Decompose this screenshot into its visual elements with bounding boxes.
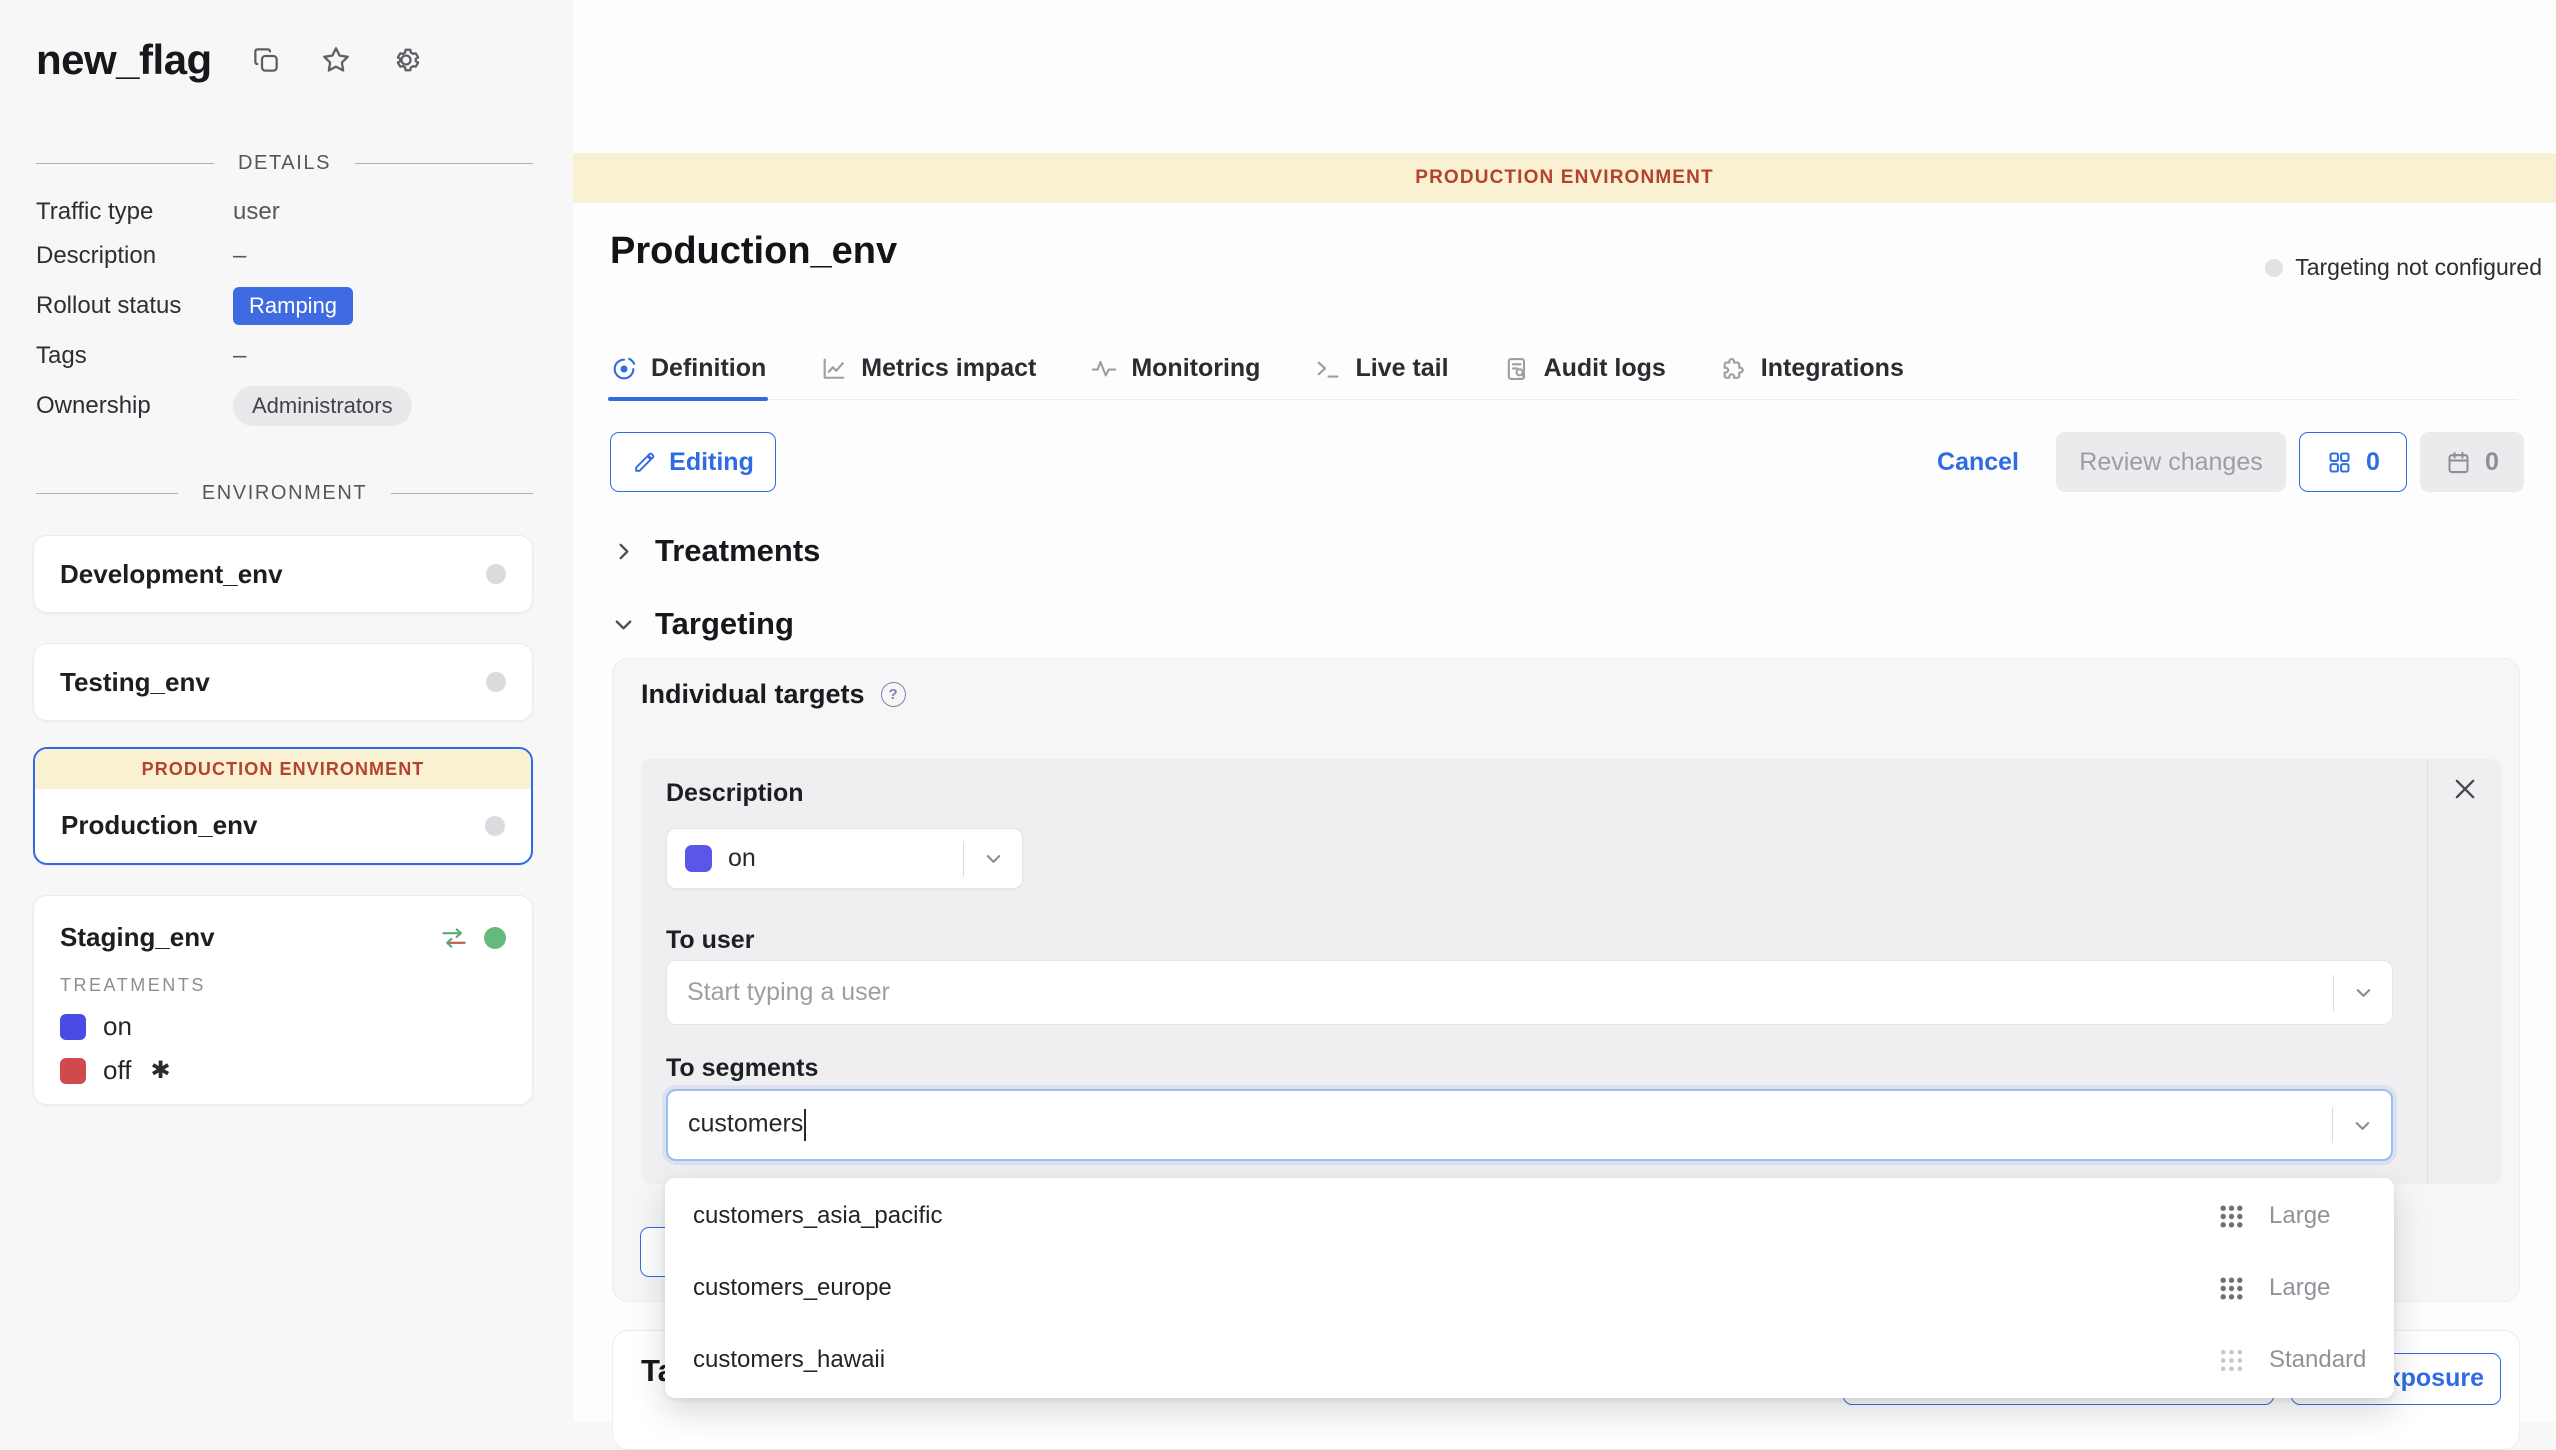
segment-grid-icon xyxy=(2218,1203,2245,1230)
environment-heading: ENVIRONMENT xyxy=(202,482,367,505)
detail-row-description: Description – xyxy=(36,234,533,278)
grid-icon xyxy=(2326,449,2353,476)
env-card-testing[interactable]: Testing_env xyxy=(33,643,533,721)
targeting-section-toggle[interactable]: Targeting xyxy=(612,606,794,642)
treatment-off-row: off ✱ xyxy=(60,1055,506,1086)
target-card-actions xyxy=(2427,759,2501,1184)
live-tail-icon xyxy=(1314,355,1342,383)
tab-metrics-impact[interactable]: Metrics impact xyxy=(820,338,1036,399)
detail-row-tags: Tags – xyxy=(36,334,533,378)
details-heading: DETAILS xyxy=(238,152,331,175)
environment-divider: ENVIRONMENT xyxy=(36,482,533,505)
calendar-icon xyxy=(2445,449,2472,476)
details-divider: DETAILS xyxy=(36,152,533,175)
treatment-off-swatch xyxy=(60,1058,86,1084)
tab-bar: Definition Metrics impact Monitoring Liv… xyxy=(610,338,2518,400)
treatment-select[interactable]: on xyxy=(666,828,1023,889)
text-caret xyxy=(804,1109,806,1141)
env-status-dot xyxy=(486,564,506,584)
tab-audit-logs[interactable]: Audit logs xyxy=(1503,338,1666,399)
tab-monitoring[interactable]: Monitoring xyxy=(1090,338,1260,399)
detail-row-rollout-status: Rollout status Ramping xyxy=(36,278,533,334)
copy-icon[interactable] xyxy=(250,44,282,76)
integrations-icon xyxy=(1720,355,1748,383)
production-environment-strip: PRODUCTION ENVIRONMENT xyxy=(35,749,531,789)
chevron-down-icon[interactable] xyxy=(2333,1114,2391,1137)
flag-header: new_flag xyxy=(36,36,422,84)
treatment-on-swatch xyxy=(60,1014,86,1040)
detail-row-traffic-type: Traffic type user xyxy=(36,190,533,234)
flag-name: new_flag xyxy=(36,36,212,84)
help-icon[interactable] xyxy=(881,682,906,707)
main-content: PRODUCTION ENVIRONMENT Production_env Ta… xyxy=(573,0,2556,1422)
monitoring-icon xyxy=(1090,355,1118,383)
individual-target-card: Description on To user Start typing a us… xyxy=(641,759,2501,1184)
user-input[interactable]: Start typing a user xyxy=(666,960,2393,1025)
env-card-staging[interactable]: Staging_env TREATMENTS on off ✱ xyxy=(33,895,533,1105)
page-title: Production_env xyxy=(610,230,897,273)
treatment-color-swatch xyxy=(685,845,712,872)
left-sidebar: new_flag DETAILS Traffic type user Descr… xyxy=(0,0,573,1422)
detail-row-ownership: Ownership Administrators xyxy=(36,378,533,434)
ramping-status-badge: Ramping xyxy=(233,287,353,325)
production-environment-banner: PRODUCTION ENVIRONMENT xyxy=(573,153,2556,203)
cancel-button[interactable]: Cancel xyxy=(1937,448,2019,477)
changes-count-button[interactable]: 0 xyxy=(2299,432,2407,492)
traffic-sync-icon xyxy=(438,925,470,951)
tab-live-tail[interactable]: Live tail xyxy=(1314,338,1448,399)
dropdown-option-europe[interactable]: customers_europe Large xyxy=(665,1252,2394,1324)
env-status-dot xyxy=(485,816,505,836)
targeting-status: Targeting not configured xyxy=(2265,254,2542,281)
review-changes-button[interactable]: Review changes xyxy=(2056,432,2286,492)
segments-dropdown: customers_asia_pacific Large customers_e… xyxy=(665,1178,2394,1398)
segment-grid-icon xyxy=(2218,1275,2245,1302)
chevron-down-icon[interactable] xyxy=(2334,981,2392,1004)
env-card-development[interactable]: Development_env xyxy=(33,535,533,613)
treatment-on-row: on xyxy=(60,1011,506,1042)
env-card-production-selected[interactable]: PRODUCTION ENVIRONMENT Production_env xyxy=(33,747,533,865)
treatments-section-toggle[interactable]: Treatments xyxy=(612,533,820,569)
star-icon[interactable] xyxy=(320,44,352,76)
schedule-count-button[interactable]: 0 xyxy=(2420,432,2524,492)
details-rows: Traffic type user Description – Rollout … xyxy=(36,190,533,434)
individual-targets-header: Individual targets xyxy=(641,679,906,710)
segment-grid-icon-standard xyxy=(2218,1347,2245,1374)
default-treatment-marker: ✱ xyxy=(150,1056,170,1085)
close-icon[interactable] xyxy=(2451,775,2479,803)
env-active-dot xyxy=(484,927,506,949)
tab-definition[interactable]: Definition xyxy=(610,338,766,399)
env-status-dot xyxy=(486,672,506,692)
chevron-right-icon xyxy=(612,540,635,563)
description-label: Description xyxy=(666,779,804,808)
status-dot xyxy=(2265,259,2283,277)
toolbar-right: Cancel Review changes 0 0 xyxy=(1937,432,2524,492)
chevron-down-icon[interactable] xyxy=(964,847,1022,870)
to-segments-label: To segments xyxy=(666,1054,818,1083)
pencil-icon xyxy=(632,450,657,475)
editing-button[interactable]: Editing xyxy=(610,432,776,492)
chevron-down-icon xyxy=(612,613,635,636)
dropdown-option-asia-pacific[interactable]: customers_asia_pacific Large xyxy=(665,1180,2394,1252)
ownership-pill: Administrators xyxy=(233,386,412,426)
gear-icon[interactable] xyxy=(390,44,422,76)
dropdown-option-hawaii[interactable]: customers_hawaii Standard xyxy=(665,1324,2394,1396)
user-input-placeholder: Start typing a user xyxy=(667,978,2333,1007)
to-user-label: To user xyxy=(666,926,754,955)
tab-integrations[interactable]: Integrations xyxy=(1720,338,1904,399)
segments-input[interactable]: customers xyxy=(666,1089,2393,1161)
definition-icon xyxy=(610,355,638,383)
audit-logs-icon xyxy=(1503,355,1531,383)
segments-input-value: customers xyxy=(688,1110,803,1138)
treatments-heading: TREATMENTS xyxy=(60,975,506,996)
metrics-impact-icon xyxy=(820,355,848,383)
